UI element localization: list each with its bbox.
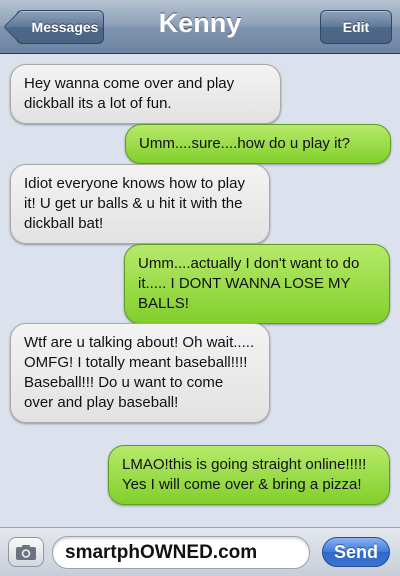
message-bubble-sent: Umm....sure....how do u play it?: [125, 124, 391, 164]
navigation-bar: Messages Kenny Edit: [0, 0, 400, 54]
camera-button[interactable]: [8, 537, 44, 567]
message-bubble-received: Wtf are u talking about! Oh wait..... OM…: [10, 323, 270, 423]
message-input-bar: smartphOWNED.com Send: [0, 527, 400, 576]
send-button[interactable]: Send: [322, 537, 390, 567]
edit-button[interactable]: Edit: [320, 10, 392, 44]
camera-icon: [16, 544, 36, 560]
message-text-field[interactable]: smartphOWNED.com: [52, 536, 310, 569]
message-bubble-received: Idiot everyone knows how to play it! U g…: [10, 164, 270, 244]
message-bubble-sent: Umm....actually I don't want to do it...…: [124, 244, 390, 324]
message-bubble-sent: LMAO!this is going straight online!!!!! …: [108, 445, 390, 505]
message-bubble-received: Hey wanna come over and play dickball it…: [10, 64, 281, 124]
